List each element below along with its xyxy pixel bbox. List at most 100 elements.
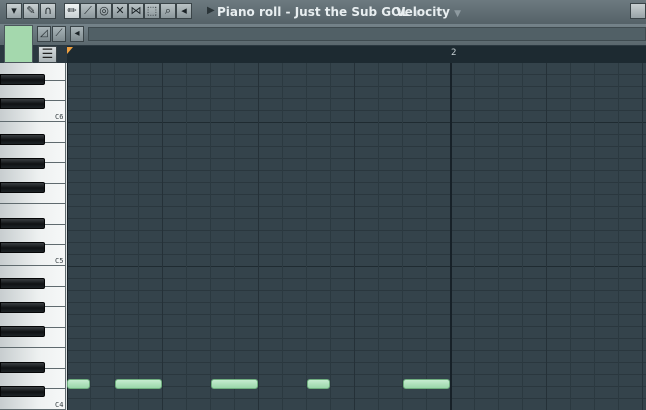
grid-row-line [67, 302, 646, 303]
grid-column-line [570, 63, 571, 410]
grid-column-line [186, 63, 187, 410]
grid-row-line [67, 362, 646, 363]
grid-row-line [67, 266, 646, 267]
grid-row-line [67, 218, 646, 219]
grid-row-line [67, 242, 646, 243]
grid-column-line [642, 63, 643, 410]
grid-column-line [90, 63, 91, 410]
horizontal-scrollbar[interactable] [88, 27, 646, 41]
wrench-icon[interactable]: ✎ [23, 3, 39, 19]
stepped-icon[interactable]: ◿ [37, 26, 51, 42]
black-key[interactable] [0, 242, 45, 253]
black-key[interactable] [0, 278, 45, 289]
grid-column-line [114, 63, 115, 410]
grid-row-line [67, 230, 646, 231]
channel-color-swatch[interactable] [4, 25, 33, 63]
black-key[interactable] [0, 98, 45, 109]
grid-column-line [67, 63, 68, 410]
magnet-icon[interactable]: ∩ [40, 3, 56, 19]
black-key[interactable] [0, 326, 45, 337]
grid-column-line [354, 63, 355, 410]
black-key[interactable] [0, 182, 45, 193]
grid-row-line [67, 98, 646, 99]
note[interactable] [307, 379, 330, 389]
grid-column-line [162, 63, 163, 410]
grid-column-line [138, 63, 139, 410]
piano-roll-title[interactable]: Piano roll - Just the Sub GOL ▼ [217, 3, 420, 21]
playhead-marker-icon[interactable] [67, 47, 73, 54]
grid-column-line [330, 63, 331, 410]
grid-row-line [67, 374, 646, 375]
grid-row-line [67, 122, 646, 123]
pencil-icon[interactable]: ✏ [64, 3, 80, 19]
title-arrow-icon[interactable]: ▶ [207, 5, 215, 16]
playback-icon[interactable]: ◂ [176, 3, 192, 19]
bar-number: 2 [451, 48, 457, 58]
note[interactable] [67, 379, 90, 389]
black-key[interactable] [0, 158, 45, 169]
grid-column-line [282, 63, 283, 410]
grid-column-line [402, 63, 403, 410]
black-key[interactable] [0, 386, 45, 397]
grid-column-line [546, 63, 547, 410]
timeline-ruler[interactable]: 2 [67, 46, 646, 64]
brush-icon[interactable]: ⟋ [80, 3, 96, 19]
octave-label: C5 [55, 257, 64, 265]
mute-icon[interactable]: ✕ [112, 3, 128, 19]
note[interactable] [115, 379, 162, 389]
grid-row-line [67, 326, 646, 327]
slice-icon[interactable]: ⋈ [128, 3, 144, 19]
octave-label: C6 [55, 113, 64, 121]
note[interactable] [211, 379, 258, 389]
note-grid[interactable] [67, 63, 646, 410]
grid-row-line [67, 206, 646, 207]
grid-row-line [67, 170, 646, 171]
octave-label: C4 [55, 401, 64, 409]
velocity-selector[interactable]: Velocity ▼ [396, 3, 461, 21]
grid-column-line [426, 63, 427, 410]
toolbar: ▾ ✎ ∩ ✏ ⟋ ◎ ✕ ⋈ ⬚ ⌕ ◂ ▶ Piano roll - Jus… [0, 0, 646, 25]
grid-row-line [67, 182, 646, 183]
grid-row-line [67, 314, 646, 315]
snap-menu-icon[interactable]: ☰ [38, 46, 57, 63]
grid-row-line [67, 398, 646, 399]
grid-row-line [67, 146, 646, 147]
grid-row-line [67, 338, 646, 339]
grid-column-line [498, 63, 499, 410]
note[interactable] [403, 379, 450, 389]
grid-row-line [67, 158, 646, 159]
grid-column-line [522, 63, 523, 410]
grid-row-line [67, 74, 646, 75]
grid-column-line [594, 63, 595, 410]
grid-column-line [258, 63, 259, 410]
grid-column-line [474, 63, 475, 410]
delete-icon[interactable]: ◎ [96, 3, 112, 19]
black-key[interactable] [0, 134, 45, 145]
select-icon[interactable]: ⬚ [144, 3, 160, 19]
window-title: Piano roll - Just the Sub GOL [217, 5, 410, 19]
zoom-icon[interactable]: ⌕ [160, 3, 176, 19]
window-button[interactable] [630, 3, 646, 19]
black-key[interactable] [0, 362, 45, 373]
grid-row-line [67, 194, 646, 195]
black-key[interactable] [0, 302, 45, 313]
grid-row-line [67, 134, 646, 135]
menu-arrow-icon[interactable]: ▾ [6, 3, 22, 19]
grid-column-line [234, 63, 235, 410]
black-key[interactable] [0, 74, 45, 85]
grid-row-line [67, 290, 646, 291]
scroll-left-icon[interactable]: ◂ [70, 26, 84, 42]
grid-row-line [67, 110, 646, 111]
chevron-down-icon: ▼ [454, 9, 462, 19]
slide-icon[interactable]: ⟋ [52, 26, 66, 42]
piano-keyboard[interactable]: C6 C5 C4 [0, 63, 67, 410]
grid-row-line [67, 350, 646, 351]
grid-column-line [450, 63, 452, 410]
grid-row-line [67, 278, 646, 279]
grid-row-line [67, 86, 646, 87]
black-key[interactable] [0, 218, 45, 229]
grid-column-line [210, 63, 211, 410]
grid-column-line [378, 63, 379, 410]
target-label: Velocity [396, 5, 450, 19]
grid-column-line [618, 63, 619, 410]
